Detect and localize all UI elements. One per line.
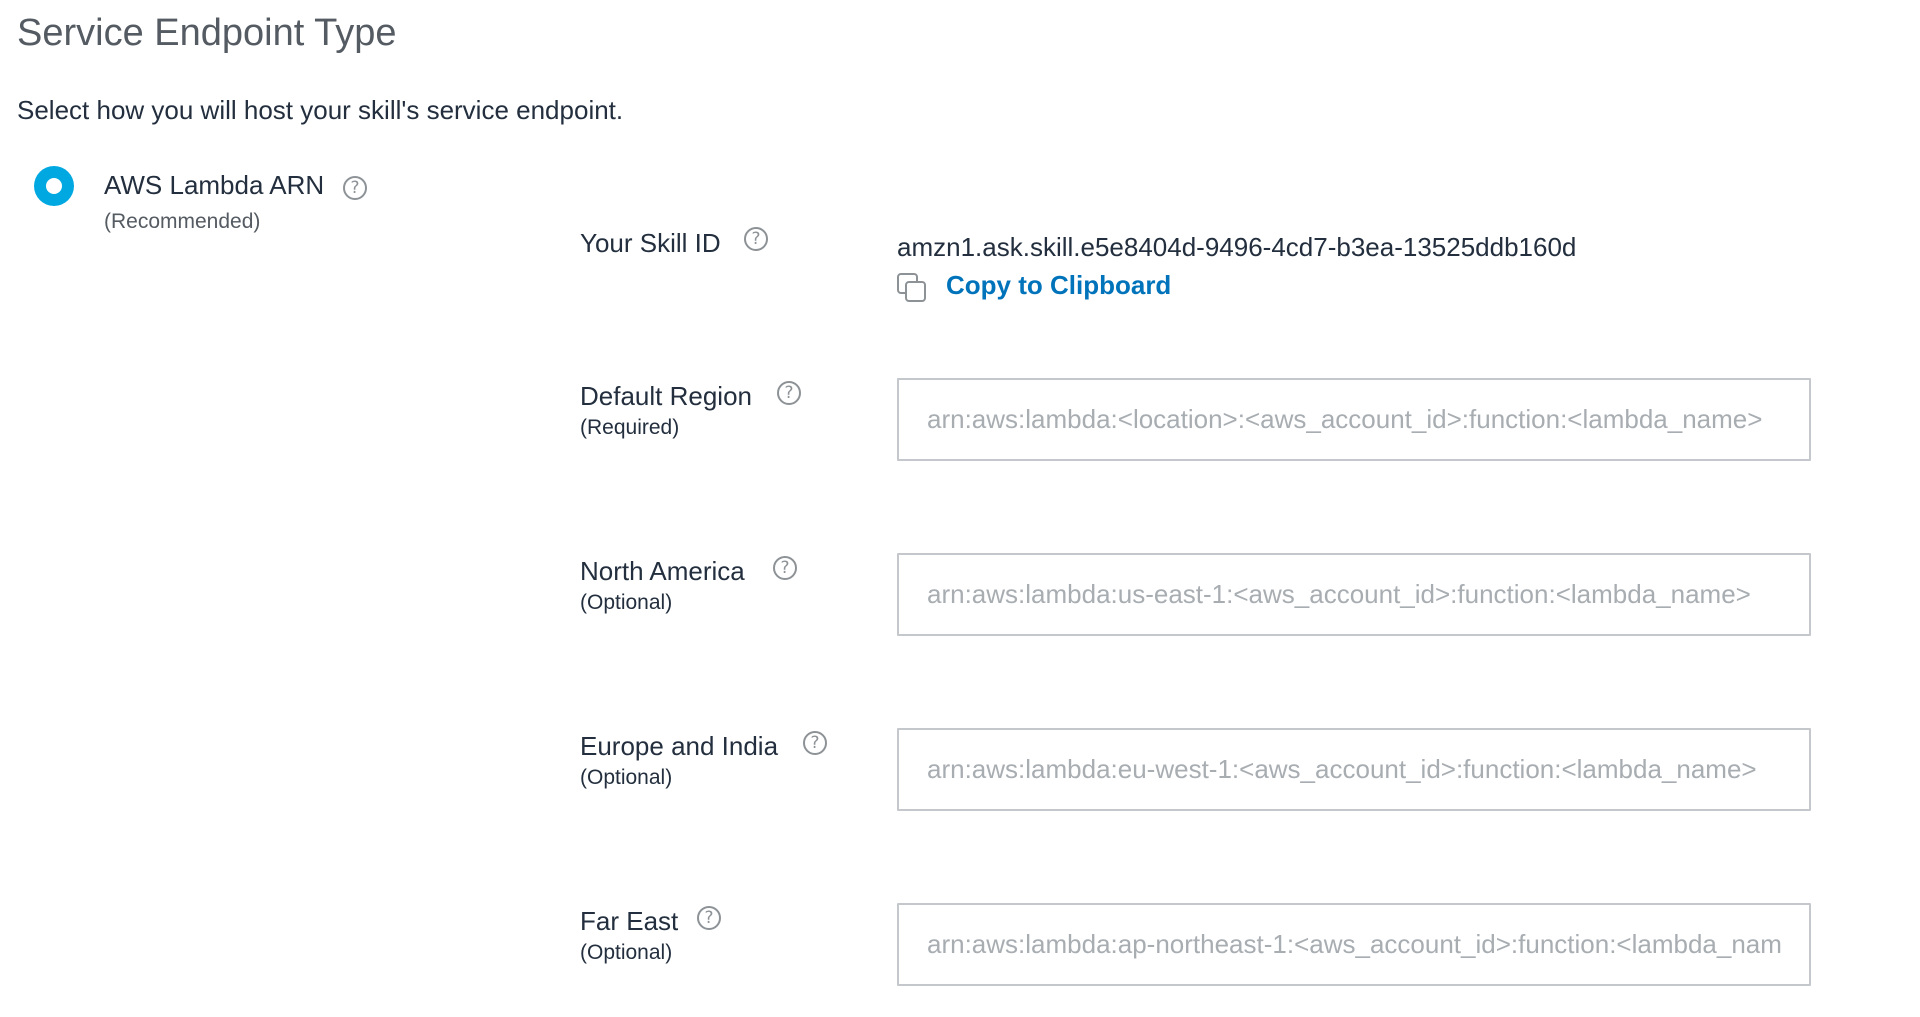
skill-id-label: Your Skill ID [580,228,721,258]
skill-id-value: amzn1.ask.skill.e5e8404d-9496-4cd7-b3ea-… [897,232,1577,262]
far-east-label: Far East [580,906,679,936]
aws-lambda-arn-radio-button[interactable] [34,166,74,206]
skill-id-help-icon[interactable]: ? [744,227,768,251]
europe-india-help-icon[interactable]: ? [803,731,827,755]
europe-india-label: Europe and India [580,731,779,761]
copy-icon [897,273,926,302]
north-america-arn-input[interactable] [897,553,1811,636]
far-east-arn-input[interactable] [897,903,1811,986]
aws-lambda-arn-help-icon[interactable]: ? [343,176,367,200]
copy-to-clipboard-label: Copy to Clipboard [946,270,1172,300]
section-description: Select how you will host your skill's se… [17,95,624,125]
aws-lambda-arn-sublabel: (Recommended) [104,210,261,233]
section-title: Service Endpoint Type [17,12,397,54]
default-region-arn-input[interactable] [897,378,1811,461]
north-america-sublabel: (Optional) [580,591,673,614]
default-region-label: Default Region [580,381,752,411]
aws-lambda-arn-radio-option[interactable]: AWS Lambda ARN (Recommended) [34,166,394,246]
europe-india-arn-input[interactable] [897,728,1811,811]
europe-india-sublabel: (Optional) [580,766,673,789]
aws-lambda-arn-label: AWS Lambda ARN [104,170,325,200]
service-endpoint-page: Service Endpoint Type Select how you wil… [0,0,1920,1017]
far-east-sublabel: (Optional) [580,941,673,964]
north-america-help-icon[interactable]: ? [773,556,797,580]
default-region-help-icon[interactable]: ? [777,381,801,405]
default-region-sublabel: (Required) [580,416,680,439]
north-america-label: North America [580,556,745,586]
far-east-help-icon[interactable]: ? [697,906,721,930]
radio-selected-dot [46,178,62,194]
